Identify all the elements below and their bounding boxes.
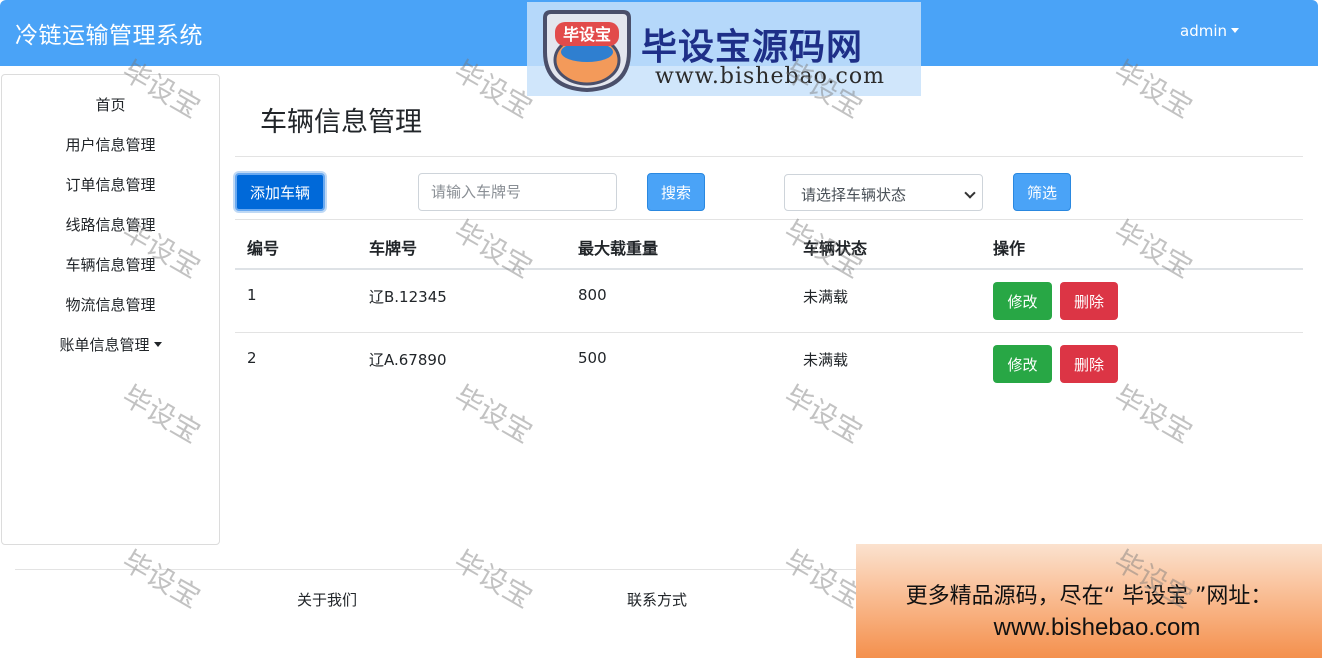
cell-id: 2: [247, 349, 257, 367]
app-brand[interactable]: 冷链运输管理系统: [15, 16, 203, 50]
vehicle-status-select-value: 请选择车辆状态: [801, 186, 907, 204]
cell-status: 未满载: [803, 288, 849, 306]
cell-id: 1: [247, 286, 257, 304]
filter-button[interactable]: 筛选: [1013, 173, 1071, 211]
mascot-logo-icon: 毕设宝: [543, 10, 631, 93]
edit-button[interactable]: 修改: [993, 282, 1052, 320]
title-divider: [235, 156, 1303, 157]
sidebar-item-logistics[interactable]: 物流信息管理: [2, 294, 219, 315]
table-top-border: [235, 219, 1303, 220]
cell-max-load: 500: [578, 349, 607, 367]
sidebar-item-orders[interactable]: 订单信息管理: [2, 174, 219, 195]
delete-button[interactable]: 删除: [1060, 282, 1118, 320]
sidebar-item-bills[interactable]: 账单信息管理: [2, 334, 219, 355]
cell-status: 未满载: [803, 351, 849, 369]
add-vehicle-button[interactable]: 添加车辆: [235, 173, 325, 211]
watermark: 毕设宝: [116, 544, 206, 615]
search-button[interactable]: 搜索: [647, 173, 705, 211]
watermark: 毕设宝: [448, 544, 538, 615]
promo-url: www.bishebao.com: [993, 614, 1201, 641]
logo-title: 毕设宝源码网: [641, 27, 864, 68]
watermark: 毕设宝: [778, 379, 868, 450]
column-header-id: 编号: [247, 239, 280, 258]
sidebar-item-bills-label: 账单信息管理: [59, 336, 150, 354]
sidebar-item-vehicles[interactable]: 车辆信息管理: [2, 254, 219, 275]
sidebar-item-routes[interactable]: 线路信息管理: [2, 214, 219, 235]
cell-plate: 辽B.12345: [369, 288, 447, 306]
caret-down-icon: [1231, 28, 1239, 33]
column-header-max-load: 最大载重量: [578, 239, 659, 258]
delete-button[interactable]: 删除: [1060, 345, 1118, 383]
watermark: 毕设宝: [1108, 214, 1198, 285]
logo-banner: 毕设宝 毕设宝源码网 www.bishebao.com: [527, 2, 921, 96]
page-title: 车辆信息管理: [260, 107, 422, 138]
edit-button[interactable]: 修改: [993, 345, 1052, 383]
chevron-down-icon: [964, 187, 976, 199]
watermark: 毕设宝: [1108, 379, 1198, 450]
row-divider: [235, 332, 1303, 333]
caret-down-icon: [153, 342, 162, 347]
column-header-status: 车辆状态: [803, 239, 868, 258]
plate-search-input[interactable]: [418, 173, 617, 211]
footer-link-about[interactable]: 关于我们: [297, 589, 357, 610]
footer-link-contact[interactable]: 联系方式: [627, 589, 687, 610]
logo-url: www.bishebao.com: [655, 64, 885, 89]
vehicle-status-select[interactable]: 请选择车辆状态: [784, 174, 983, 211]
user-name: admin: [1180, 22, 1227, 40]
sidebar-item-users[interactable]: 用户信息管理: [2, 134, 219, 155]
sidebar: 首页 用户信息管理 订单信息管理 线路信息管理 车辆信息管理 物流信息管理 账单…: [1, 74, 220, 545]
promo-text: 更多精品源码，尽在“ 毕设宝 ”网址：: [905, 584, 1273, 609]
user-menu[interactable]: admin: [1180, 22, 1239, 40]
column-header-actions: 操作: [993, 239, 1026, 258]
cell-max-load: 800: [578, 286, 607, 304]
column-header-plate: 车牌号: [369, 239, 418, 258]
promo-banner[interactable]: 更多精品源码，尽在“ 毕设宝 ”网址： www.bishebao.com 毕设宝: [856, 544, 1322, 658]
watermark: 毕设宝: [448, 379, 538, 450]
cell-plate: 辽A.67890: [369, 351, 447, 369]
watermark: 毕设宝: [448, 214, 538, 285]
sidebar-item-home[interactable]: 首页: [2, 94, 219, 115]
table-header-border: [235, 268, 1303, 270]
badge-text: 毕设宝: [563, 25, 611, 44]
